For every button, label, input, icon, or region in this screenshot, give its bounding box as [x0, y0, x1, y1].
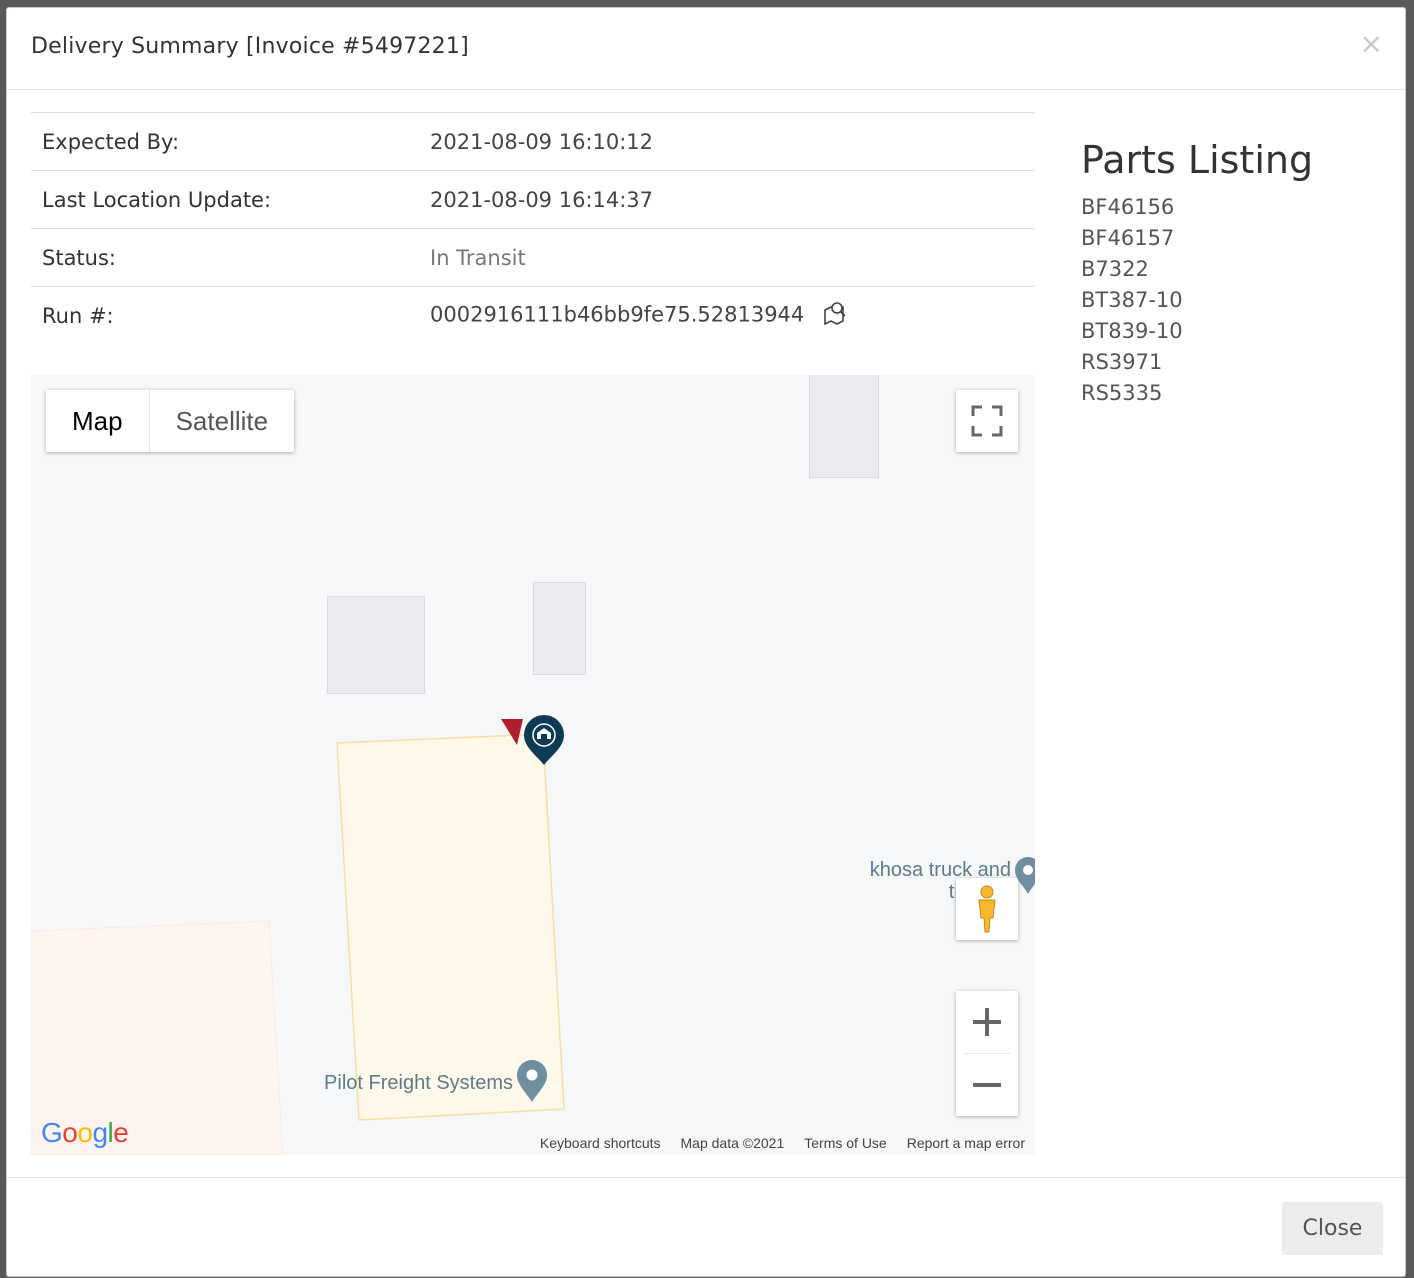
list-item: BT387-10 — [1081, 288, 1183, 312]
keyboard-shortcuts-link[interactable]: Keyboard shortcuts — [540, 1135, 661, 1151]
table-row: Last Location Update: 2021-08-09 16:14:3… — [31, 170, 1035, 229]
list-item: B7322 — [1081, 257, 1149, 281]
last-location-update-label: Last Location Update: — [42, 187, 272, 212]
run-number-value: 0002916111b46bb9fe75.52813944 — [430, 302, 805, 327]
delivery-details-table: Expected By: 2021-08-09 16:10:12 Last Lo… — [31, 112, 1035, 345]
zoom-in-button[interactable] — [956, 991, 1018, 1053]
map-attribution: Keyboard shortcuts Map data ©2021 Terms … — [540, 1135, 1025, 1151]
zoom-out-button[interactable] — [956, 1054, 1018, 1116]
google-logo: Google — [41, 1117, 129, 1148]
poi-marker-icon[interactable] — [515, 1058, 549, 1106]
list-item: RS3971 — [1081, 350, 1163, 374]
map-search-icon[interactable] — [823, 301, 849, 330]
fullscreen-icon — [971, 405, 1003, 437]
status-label: Status: — [42, 245, 116, 270]
table-row: Expected By: 2021-08-09 16:10:12 — [31, 112, 1035, 171]
expected-by-value: 2021-08-09 16:10:12 — [430, 129, 654, 154]
expected-by-label: Expected By: — [42, 129, 180, 154]
map-type-map-button[interactable]: Map — [46, 390, 150, 452]
modal-footer: Close — [7, 1177, 1405, 1278]
terms-of-use-link[interactable]: Terms of Use — [804, 1135, 886, 1151]
map-type-satellite-button[interactable]: Satellite — [150, 390, 295, 452]
last-location-update-value: 2021-08-09 16:14:37 — [430, 187, 654, 212]
modal-header: Delivery Summary [Invoice #5497221] × — [7, 8, 1405, 90]
parts-listing-heading: Parts Listing — [1081, 138, 1314, 182]
close-button[interactable]: Close — [1282, 1202, 1383, 1255]
table-row: Status: In Transit — [31, 228, 1035, 287]
list-item: BF46157 — [1081, 226, 1175, 250]
list-item: BT839-10 — [1081, 319, 1183, 343]
list-item: RS5335 — [1081, 381, 1163, 405]
map-type-control: Map Satellite — [46, 390, 295, 452]
zoom-out-icon — [973, 1083, 1001, 1087]
delivery-summary-modal: Delivery Summary [Invoice #5497221] × Ex… — [6, 7, 1406, 1277]
street-view-button[interactable] — [956, 878, 1018, 940]
table-row: Run #: 0002916111b46bb9fe75.52813944 — [31, 286, 1035, 345]
map-data-text: Map data ©2021 — [680, 1135, 785, 1151]
status-value: In Transit — [430, 245, 526, 270]
parts-listing: Parts Listing BF46156 BF46157 B7322 BT38… — [1081, 138, 1313, 409]
delivery-map[interactable]: khosa truck and trailer r Pilot Freight … — [31, 375, 1035, 1155]
poi-label-pilot-freight[interactable]: Pilot Freight Systems — [301, 1072, 513, 1094]
zoom-control — [956, 991, 1018, 1116]
parts-list: BF46156 BF46157 B7322 BT387-10 BT839-10 … — [1081, 192, 1313, 409]
pegman-icon — [978, 885, 996, 933]
modal-title: Delivery Summary [Invoice #5497221] — [31, 34, 469, 59]
zoom-in-icon — [973, 1008, 1001, 1036]
close-icon[interactable]: × — [1360, 30, 1383, 58]
warehouse-marker-icon[interactable] — [499, 711, 569, 771]
run-number-label: Run #: — [42, 303, 114, 328]
run-number-cell: 0002916111b46bb9fe75.52813944 — [430, 287, 1035, 345]
report-map-error-link[interactable]: Report a map error — [907, 1135, 1025, 1151]
fullscreen-button[interactable] — [956, 390, 1018, 452]
list-item: BF46156 — [1081, 195, 1175, 219]
